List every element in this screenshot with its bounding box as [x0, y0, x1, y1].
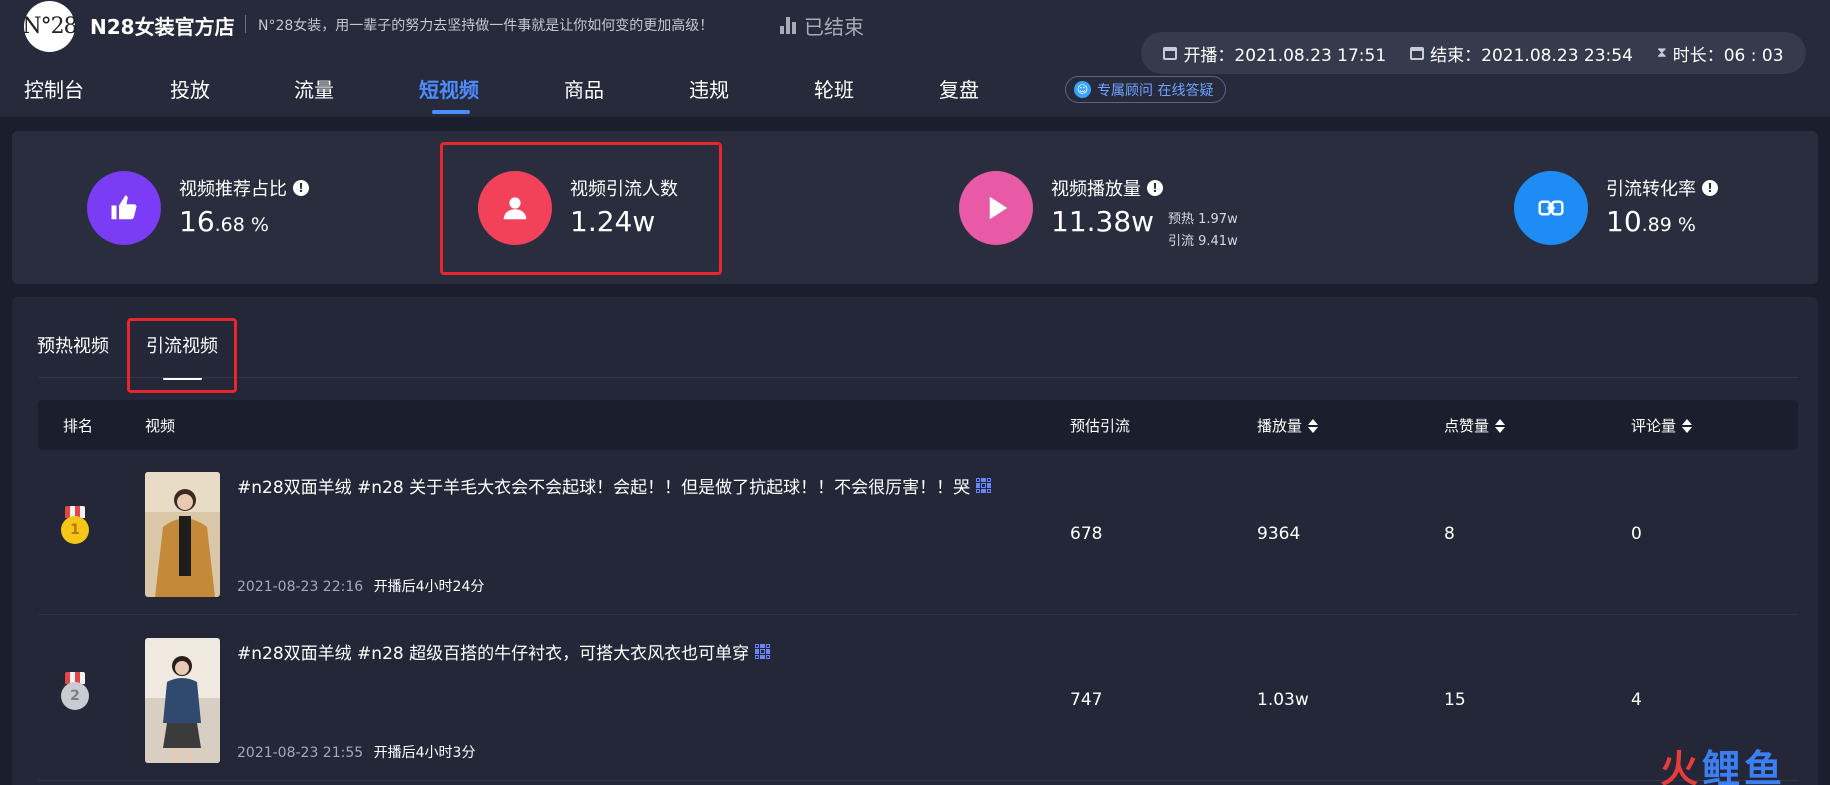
consult-label: 专属顾问 在线答疑	[1097, 82, 1214, 99]
video-panel: 预热视频 引流视频 排名 视频 预估引流 播放量 点赞量 评论量 1 #n28双…	[12, 297, 1818, 785]
shop-logo: N°28	[22, 1, 78, 52]
top-header: N°28 N28女装官方店 N°28女装，用一辈子的努力去坚持做一件事就是让你如…	[0, 0, 1830, 117]
tab-warmup-videos[interactable]: 预热视频	[37, 332, 109, 358]
col-traffic: 预估引流	[1070, 417, 1131, 435]
header-divider	[245, 15, 246, 33]
bar-chart-icon	[780, 17, 796, 34]
hourglass-icon: ⧗	[1656, 45, 1667, 61]
traffic-plays: 引流 9.41w	[1168, 234, 1238, 249]
duration: 时长：06 : 03	[1672, 45, 1784, 66]
nav-item-products[interactable]: 商品	[564, 74, 604, 103]
calendar-icon	[1410, 46, 1425, 60]
video-elapsed: 开播后4小时24分	[373, 579, 485, 595]
cell-plays: 1.03w	[1257, 690, 1309, 710]
stat-label: 视频播放量	[1051, 179, 1141, 200]
sort-icon[interactable]	[1308, 418, 1319, 433]
nav-item-short-video[interactable]: 短视频	[419, 74, 479, 103]
video-title[interactable]: #n28双面羊绒 #n28 超级百搭的牛仔衬衣，可搭大衣风衣也可单穿	[237, 639, 749, 664]
col-likes[interactable]: 点赞量	[1444, 415, 1506, 436]
cell-traffic: 747	[1070, 690, 1103, 710]
table-row[interactable]: 1 #n28双面羊绒 #n28 关于羊毛大衣会不会起球！会起！！但是做了抗起球！…	[38, 450, 1798, 615]
broadcast-time-bar: 开播：2021.08.23 17:51 结束：2021.08.23 23:54 …	[1141, 32, 1806, 74]
info-icon[interactable]: !	[1147, 180, 1163, 196]
cell-likes: 15	[1444, 690, 1466, 710]
video-date: 2021-08-23 22:16	[237, 579, 364, 595]
highlight-annotation-stat	[440, 142, 722, 275]
col-video: 视频	[145, 417, 176, 435]
stat-value: 16.68 %	[179, 205, 269, 238]
video-title[interactable]: #n28双面羊绒 #n28 关于羊毛大衣会不会起球！会起！！但是做了抗起球！！不…	[237, 473, 970, 498]
cell-traffic: 678	[1070, 524, 1103, 544]
video-thumbnail[interactable]	[145, 472, 220, 597]
rank-medal-icon: 2	[61, 672, 89, 710]
nav-item-shifts[interactable]: 轮班	[814, 74, 854, 103]
info-icon[interactable]: !	[1702, 180, 1718, 196]
sort-icon[interactable]	[1495, 418, 1506, 433]
tab-divider	[38, 377, 1798, 378]
stat-label: 视频推荐占比	[179, 179, 287, 200]
stats-panel: 视频推荐占比 ! 16.68 % 视频引流人数 1.24w 视频播放量 ! 11…	[12, 131, 1818, 284]
warmup-plays: 预热 1.97w	[1168, 212, 1238, 227]
cell-plays: 9364	[1257, 524, 1301, 544]
cell-likes: 8	[1444, 524, 1455, 544]
stat-breakdown: 预热 1.97w 引流 9.41w	[1168, 209, 1238, 253]
qr-code-icon[interactable]	[755, 644, 771, 659]
thumbs-up-icon	[87, 171, 161, 245]
rank-medal-icon: 1	[61, 506, 89, 544]
video-date: 2021-08-23 21:55	[237, 745, 364, 761]
video-elapsed: 开播后4小时3分	[373, 745, 476, 761]
convert-icon	[1514, 171, 1588, 245]
shop-name[interactable]: N28女装官方店	[90, 11, 235, 40]
sort-icon[interactable]	[1682, 418, 1693, 433]
cell-comments: 0	[1631, 524, 1642, 544]
qr-code-icon[interactable]	[976, 478, 992, 493]
watermark-logo: 火鲤鱼	[1660, 747, 1787, 785]
start-time: 开播：2021.08.23 17:51	[1183, 45, 1387, 66]
stat-value: 11.38w	[1051, 205, 1155, 238]
stat-label: 引流转化率	[1606, 179, 1696, 200]
stat-value: 10.89 %	[1606, 205, 1696, 238]
nav-item-ads[interactable]: 投放	[170, 74, 210, 103]
info-icon[interactable]: !	[293, 180, 309, 196]
play-icon	[959, 171, 1033, 245]
col-comments[interactable]: 评论量	[1631, 415, 1693, 436]
nav-item-review[interactable]: 复盘	[939, 74, 979, 103]
chat-icon: ☺	[1074, 81, 1091, 98]
table-header: 排名 视频 预估引流 播放量 点赞量 评论量	[38, 400, 1798, 450]
live-status: 已结束	[780, 11, 864, 40]
col-rank: 排名	[63, 417, 94, 435]
video-thumbnail[interactable]	[145, 638, 220, 763]
nav-item-traffic[interactable]: 流量	[294, 74, 334, 103]
table-row[interactable]: 2 #n28双面羊绒 #n28 超级百搭的牛仔衬衣，可搭大衣风衣也可单穿 202…	[38, 616, 1798, 781]
consult-button[interactable]: ☺ 专属顾问 在线答疑	[1065, 76, 1227, 103]
end-time: 结束：2021.08.23 23:54	[1430, 45, 1633, 66]
nav-item-violations[interactable]: 违规	[689, 74, 729, 103]
nav-item-dashboard[interactable]: 控制台	[24, 74, 84, 103]
calendar-icon	[1163, 46, 1178, 60]
col-plays[interactable]: 播放量	[1257, 415, 1319, 436]
cell-comments: 4	[1631, 690, 1642, 710]
shop-slogan: N°28女装，用一辈子的努力去坚持做一件事就是让你如何变的更加高级！	[258, 18, 714, 34]
live-status-text: 已结束	[804, 15, 864, 39]
highlight-annotation-tab	[127, 318, 237, 393]
nav-active-indicator	[432, 110, 470, 114]
